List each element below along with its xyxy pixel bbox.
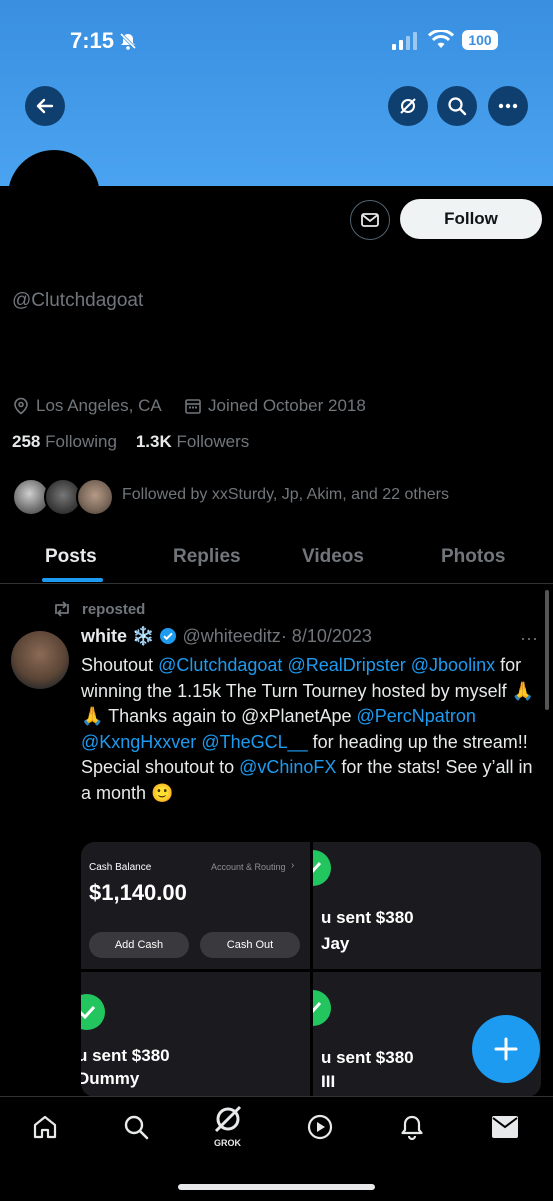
profile-avatar[interactable] — [8, 150, 100, 242]
scrollbar[interactable] — [545, 590, 549, 710]
nav-home[interactable] — [28, 1110, 62, 1144]
media-image[interactable]: Cash Balance Account & Routing › $1,140.… — [81, 842, 310, 969]
bell-icon — [401, 1115, 423, 1141]
tab-photos[interactable]: Photos — [441, 546, 505, 568]
calendar-icon — [185, 399, 201, 414]
home-icon — [33, 1115, 57, 1139]
envelope-icon — [492, 1116, 518, 1138]
more-options-button[interactable] — [488, 86, 528, 126]
sent-text: u sent $380 — [81, 1046, 170, 1065]
nav-search[interactable] — [119, 1110, 153, 1144]
nav-grok-label: GROK — [214, 1138, 241, 1148]
post-media-grid[interactable]: Cash Balance Account & Routing › $1,140.… — [81, 842, 541, 1097]
battery-icon: 100 — [462, 30, 498, 50]
search-icon — [124, 1115, 149, 1140]
tabs-divider — [0, 583, 553, 584]
nav-media[interactable] — [303, 1110, 337, 1144]
profile-joined: Joined October 2018 — [184, 396, 366, 416]
mention-link[interactable]: @PercNpatron — [357, 706, 476, 726]
tab-posts[interactable]: Posts — [45, 546, 97, 568]
mention-link[interactable]: @Clutchdagoat — [158, 655, 282, 675]
grok-icon — [400, 98, 416, 114]
location-text: Los Angeles, CA — [36, 396, 162, 415]
status-bar: 7:15 100 — [0, 0, 553, 80]
media-image[interactable]: u sent $380 Jay — [313, 842, 541, 969]
arrow-left-icon — [36, 98, 54, 114]
nav-messages[interactable] — [488, 1110, 522, 1144]
check-icon — [81, 994, 105, 1030]
grok-button[interactable] — [388, 86, 428, 126]
wifi-icon — [428, 30, 454, 48]
search-button[interactable] — [437, 86, 477, 126]
followers-count: 1.3K — [135, 432, 172, 451]
grok-icon — [214, 1105, 242, 1133]
account-routing-label: Account & Routing — [211, 862, 286, 872]
post-author-name[interactable]: white — [81, 626, 127, 646]
ellipsis-icon — [498, 103, 518, 109]
active-tab-indicator — [42, 578, 103, 582]
message-button[interactable] — [350, 200, 390, 240]
plus-icon — [494, 1037, 518, 1061]
search-icon — [448, 97, 467, 116]
post-more-icon[interactable]: ··· — [520, 628, 538, 649]
post-text: Shoutout @Clutchdagoat @RealDripster @Jb… — [81, 653, 541, 806]
check-icon — [313, 850, 331, 886]
bell-muted-icon — [119, 32, 137, 50]
cash-balance-label: Cash Balance — [89, 862, 152, 873]
mention-link[interactable]: @TheGCL__ — [201, 732, 307, 752]
followers-label: Followers — [176, 432, 250, 451]
recipient-text: Jay — [321, 934, 350, 953]
followed-by-text[interactable]: Followed by xxSturdy, Jp, Akim, and 22 o… — [122, 486, 449, 504]
following-count: 258 — [12, 432, 41, 451]
post-date: · 8/10/2023 — [280, 626, 372, 646]
sent-text: u sent $380 — [321, 908, 414, 927]
add-cash-pill: Add Cash — [89, 932, 189, 958]
status-time: 7:15 — [70, 28, 115, 53]
signal-icon — [392, 32, 417, 50]
repost-icon — [55, 601, 69, 617]
profile-location: Los Angeles, CA — [12, 396, 162, 416]
tab-replies[interactable]: Replies — [173, 546, 241, 568]
compose-button[interactable] — [472, 1015, 540, 1083]
balance-amount: $1,140.00 — [89, 880, 187, 905]
mention-link[interactable]: @vChinoFX — [239, 757, 336, 777]
joined-text: Joined October 2018 — [208, 396, 366, 415]
chevron-right-icon: › — [291, 860, 295, 871]
post-author-handle[interactable]: @whiteeditz — [182, 626, 280, 646]
mention-link[interactable]: @KxngHxxver — [81, 732, 196, 752]
repost-label: reposted — [82, 601, 146, 618]
envelope-icon — [361, 213, 379, 227]
post-header: white ❄️ @whiteeditz· 8/10/2023 — [81, 626, 372, 647]
recipient-text: Dummy — [81, 1069, 140, 1088]
nav-notifications[interactable] — [395, 1110, 429, 1144]
verified-badge-icon — [160, 628, 177, 644]
follow-button[interactable]: Follow — [400, 199, 542, 239]
following-label: Following — [45, 432, 117, 451]
sent-text: u sent $380 — [321, 1048, 414, 1067]
check-icon — [313, 990, 331, 1026]
cash-out-pill: Cash Out — [200, 932, 300, 958]
post-author-avatar[interactable] — [11, 631, 69, 689]
follow-counts: 258 Following 1.3K Followers — [12, 432, 249, 452]
profile-handle: @Clutchdagoat — [12, 290, 144, 311]
following-link[interactable]: 258 Following — [12, 432, 117, 451]
snowflake-emoji: ❄️ — [132, 626, 155, 646]
location-pin-icon — [14, 397, 28, 415]
nav-grok[interactable] — [211, 1102, 245, 1136]
home-indicator — [178, 1184, 375, 1190]
tab-videos[interactable]: Videos — [302, 546, 364, 568]
mention-link[interactable]: @RealDripster — [287, 655, 405, 675]
post-text-part: Shoutout — [81, 655, 159, 675]
follower-avatar[interactable] — [76, 478, 114, 516]
followers-link[interactable]: 1.3K Followers — [136, 432, 249, 451]
recipient-text: III — [321, 1072, 336, 1091]
mention-link[interactable]: @Jboolinx — [411, 655, 495, 675]
media-image[interactable]: u sent $380 Dummy — [81, 972, 310, 1097]
back-button[interactable] — [25, 86, 65, 126]
play-circle-icon — [307, 1114, 333, 1140]
